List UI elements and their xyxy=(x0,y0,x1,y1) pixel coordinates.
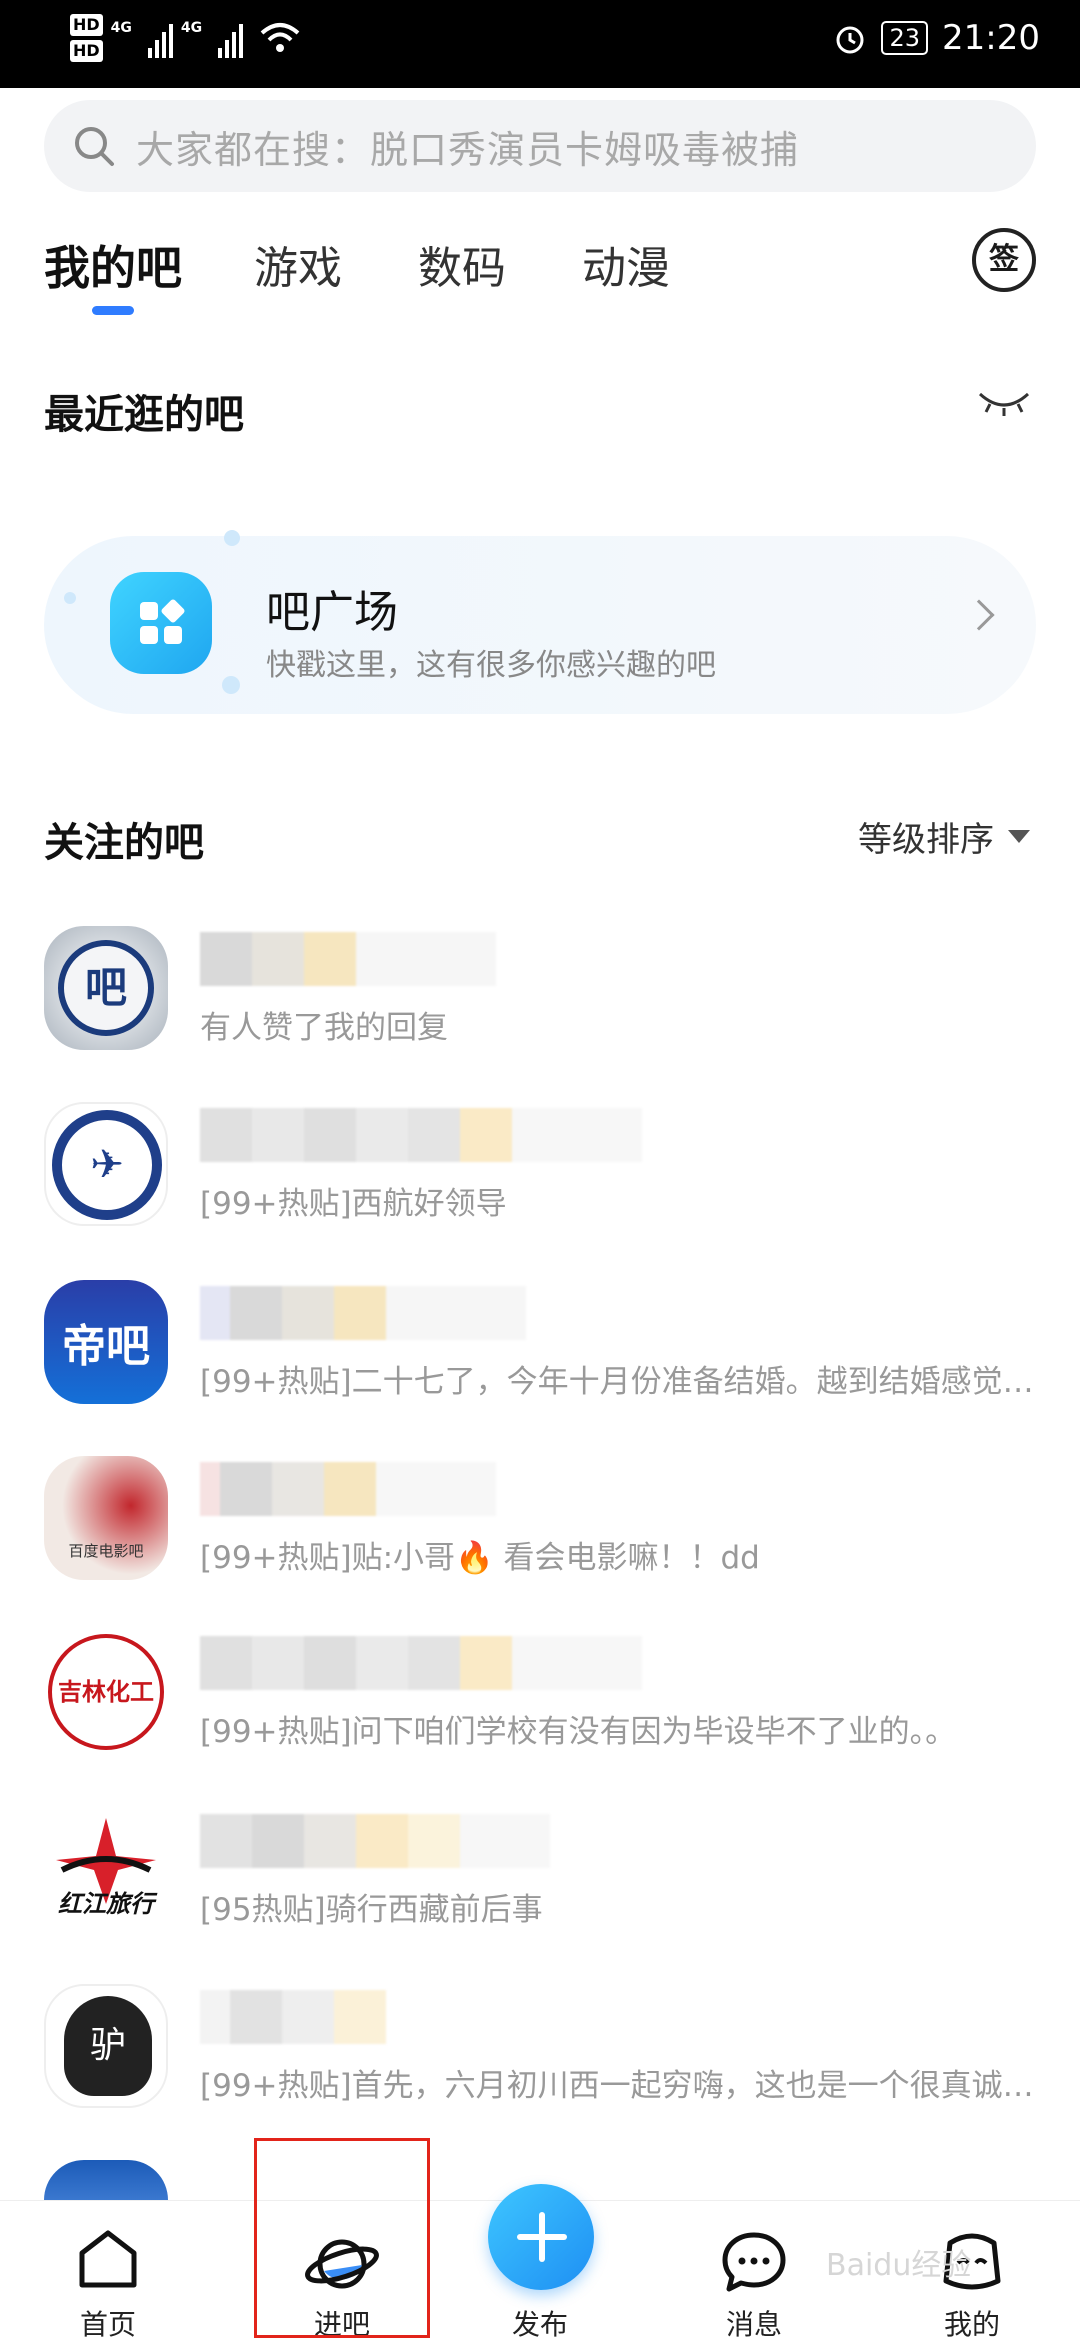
bar-name-blurred xyxy=(200,1814,550,1868)
bar-snippet: [99+热贴]二十七了，今年十月份准备结婚。越到结婚感觉… xyxy=(200,1364,1034,1400)
battery-indicator: 23 xyxy=(881,21,929,55)
nav-messages[interactable]: 消息 xyxy=(684,2201,824,2341)
message-bubble-icon xyxy=(722,2232,786,2292)
hd-badge: HD xyxy=(70,14,103,36)
bar-avatar xyxy=(44,2160,168,2200)
search-icon xyxy=(75,127,114,166)
caret-down-icon xyxy=(1008,830,1030,843)
avatar-text: 吉林化工 xyxy=(48,1634,164,1750)
nav-home-label: 首页 xyxy=(79,2308,136,2341)
bar-avatar: 百度电影吧 xyxy=(44,1456,168,1580)
network-type: 4G xyxy=(180,20,203,36)
bar-snippet: [99+热贴]问下咱们学校有没有因为毕设毕不了业的。。 xyxy=(200,1714,957,1750)
network-type: 4G xyxy=(110,20,132,36)
followed-bar-item[interactable]: 驴 [99+热贴]首先，六月初川西一起穷嗨，这也是一个很真诚… xyxy=(44,1984,1044,2114)
watermark: Baidu经验 xyxy=(826,2248,972,2283)
nav-mine-label: 我的 xyxy=(943,2308,1000,2341)
alarm-icon xyxy=(836,26,864,54)
avatar-text: 吧 xyxy=(58,940,154,1036)
sign-in-button[interactable]: 签 xyxy=(972,228,1036,292)
avatar-text: 百度电影吧 xyxy=(68,1542,144,1560)
bar-snippet: [99+热贴]首先，六月初川西一起穷嗨，这也是一个很真诚… xyxy=(200,2068,1034,2104)
sort-label: 等级排序 xyxy=(858,820,994,860)
home-icon xyxy=(79,2230,137,2288)
bar-snippet: [99+热贴]西航好领导 xyxy=(200,1186,507,1222)
recent-bars-heading: 最近逛的吧 xyxy=(44,392,244,438)
followed-bar-item[interactable]: 吧 有人赞了我的回复 xyxy=(44,926,1044,1056)
bar-avatar: 驴 xyxy=(44,1984,168,2108)
bar-plaza-card[interactable]: 吧广场 快戳这里，这有很多你感兴趣的吧 xyxy=(44,530,1036,714)
tab-digital[interactable]: 数码 xyxy=(418,232,506,296)
bar-avatar: 吉林化工 xyxy=(44,1630,168,1754)
status-bar: HD HD 4G 4G 23 21:20 xyxy=(0,0,1080,88)
bar-name-blurred xyxy=(200,1636,642,1690)
bar-avatar: 帝吧 xyxy=(44,1280,168,1404)
decor-dot xyxy=(64,592,76,604)
nav-home[interactable]: 首页 xyxy=(38,2201,178,2341)
followed-bar-item[interactable]: 吉林化工 [99+热贴]问下咱们学校有没有因为毕设毕不了业的。。 xyxy=(44,1630,1044,1760)
bar-name-blurred xyxy=(200,932,496,986)
bar-snippet: [99+热贴]贴:小哥🔥 看会电影嘛！！dd xyxy=(200,1540,760,1576)
bar-name-blurred xyxy=(200,1462,496,1516)
plaza-subtitle: 快戳这里，这有很多你感兴趣的吧 xyxy=(266,648,716,683)
bar-snippet: [95热贴]骑行西藏前后事 xyxy=(200,1892,543,1928)
followed-bar-item[interactable]: 帝吧 [99+热贴]二十七了，今年十月份准备结婚。越到结婚感觉… xyxy=(44,1280,1044,1410)
decor-dot xyxy=(222,676,240,694)
bar-avatar: 吧 xyxy=(44,926,168,1050)
wifi-icon xyxy=(260,23,300,52)
nav-messages-label: 消息 xyxy=(725,2308,782,2341)
followed-bar-item[interactable]: 红江旅行 [95热贴]骑行西藏前后事 xyxy=(44,1808,1044,1938)
bar-name-blurred xyxy=(200,1108,642,1162)
chevron-right-icon xyxy=(963,599,995,631)
active-tab-indicator xyxy=(92,306,134,315)
avatar-text: 帝吧 xyxy=(62,1321,150,1372)
plaza-app-icon xyxy=(110,572,212,674)
search-bar[interactable]: 大家都在搜：脱口秀演员卡姆吸毒被捕 xyxy=(44,100,1036,192)
bar-name-blurred xyxy=(200,1286,526,1340)
avatar-text: 驴 xyxy=(64,1996,152,2096)
tab-my-bars[interactable]: 我的吧 xyxy=(44,232,182,298)
hide-eye-icon[interactable] xyxy=(976,388,1032,418)
signal-icon xyxy=(147,18,173,58)
avatar-text: 红江旅行 xyxy=(58,1890,154,1918)
followed-bars-heading: 关注的吧 xyxy=(44,820,204,866)
bar-avatar: ✈ xyxy=(44,1102,168,1226)
sort-dropdown[interactable]: 等级排序 xyxy=(858,812,1030,861)
followed-bar-item[interactable]: 百度电影吧 [99+热贴]贴:小哥🔥 看会电影嘛！！dd xyxy=(44,1456,1044,1586)
bar-name-blurred xyxy=(200,1990,386,2044)
tab-games[interactable]: 游戏 xyxy=(254,232,342,296)
hd-badge: HD xyxy=(70,40,103,62)
nav-publish-label: 发布 xyxy=(511,2308,568,2341)
tab-anime[interactable]: 动漫 xyxy=(582,232,670,296)
plaza-title: 吧广场 xyxy=(266,587,398,638)
bar-snippet: 有人赞了我的回复 xyxy=(200,1010,448,1046)
publish-plus-button[interactable] xyxy=(488,2184,594,2290)
search-placeholder: 大家都在搜：脱口秀演员卡姆吸毒被捕 xyxy=(136,127,800,172)
clock: 21:20 xyxy=(942,18,1040,58)
avatar-text: ✈ xyxy=(52,1110,162,1220)
annotation-highlight-box xyxy=(254,2138,430,2338)
followed-bar-item[interactable]: ✈ [99+热贴]西航好领导 xyxy=(44,1102,1044,1232)
signal-icon xyxy=(218,18,244,58)
bar-avatar: 红江旅行 xyxy=(44,1808,168,1932)
decor-dot xyxy=(224,530,240,546)
